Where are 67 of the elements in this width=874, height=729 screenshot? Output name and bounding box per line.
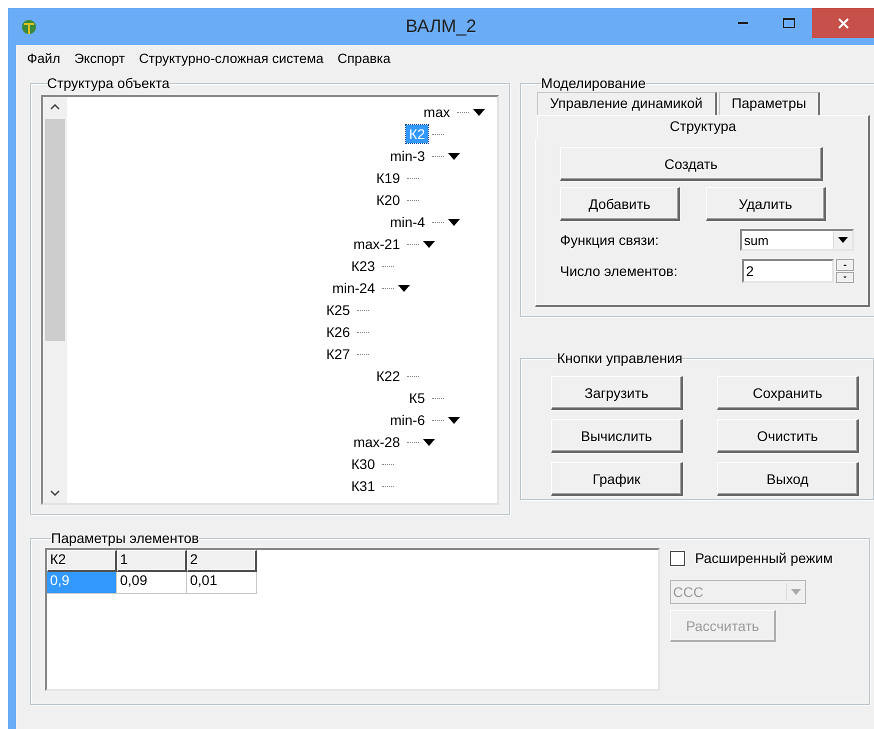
scrollbar-thumb[interactable] [45, 119, 65, 341]
tab[interactable]: Управление динамикой [537, 92, 717, 117]
group-title: Моделирование [541, 75, 646, 91]
action-button[interactable]: График [551, 462, 683, 496]
action-button[interactable]: Загрузить [551, 376, 683, 410]
table-cell[interactable]: 0,09 [117, 572, 187, 594]
delete-button[interactable]: Удалить [706, 187, 826, 221]
group-title: Параметры элементов [51, 530, 199, 546]
expand-arrow-icon[interactable] [423, 438, 435, 446]
minimize-icon [738, 22, 748, 24]
action-button[interactable]: Сохранить [717, 376, 859, 410]
element-count-field[interactable]: 2 [742, 259, 834, 283]
expand-arrow-icon[interactable] [473, 108, 485, 116]
tree-node[interactable]: min-3 [386, 147, 428, 165]
tree-node[interactable]: К26 [323, 323, 353, 341]
tab[interactable]: Параметры [718, 92, 820, 117]
group-title: Структура объекта [47, 75, 170, 91]
tree-node[interactable]: К22 [373, 367, 403, 385]
add-button[interactable]: Добавить [560, 187, 680, 221]
column-header: 2 [187, 550, 257, 572]
tree-node[interactable]: min-4 [386, 213, 428, 231]
table-cell[interactable]: 0,01 [187, 572, 257, 594]
link-function-dropdown[interactable]: sum [740, 229, 854, 251]
expand-arrow-icon[interactable] [398, 284, 410, 292]
tree-node[interactable]: max-21 [350, 235, 403, 253]
scrollbar[interactable] [43, 97, 67, 503]
action-button[interactable]: Выход [717, 462, 859, 496]
group-title: Кнопки управления [557, 350, 682, 366]
column-header: 1 [117, 550, 187, 572]
tab[interactable]: Структура [537, 115, 870, 139]
app-logo-icon [20, 18, 38, 36]
dropdown-arrow-icon [791, 589, 801, 595]
tree-node[interactable]: min-24 [329, 279, 378, 297]
tree-node[interactable]: min-6 [386, 411, 428, 429]
field-label: Число элементов: [560, 263, 678, 279]
tree-node[interactable]: К30 [348, 455, 378, 473]
checkbox-label: Расширенный режим [695, 550, 833, 566]
tree-node[interactable]: К20 [373, 191, 403, 209]
menu-item[interactable]: Файл [20, 48, 68, 68]
menu-item[interactable]: Справка [330, 48, 398, 68]
tree-node[interactable]: К5 [406, 389, 428, 407]
expand-arrow-icon[interactable] [448, 416, 460, 424]
tree-node[interactable]: К27 [323, 345, 353, 363]
close-button[interactable] [812, 8, 874, 38]
expand-arrow-icon[interactable] [448, 152, 460, 160]
menu-item[interactable]: Структурно-сложная система [132, 48, 330, 68]
expand-arrow-icon[interactable] [448, 218, 460, 226]
tree-node[interactable]: К25 [323, 301, 353, 319]
create-button[interactable]: Создать [560, 147, 823, 181]
tree-node[interactable]: К31 [348, 477, 378, 495]
maximize-icon [783, 18, 795, 28]
close-icon [838, 18, 848, 28]
scroll-up-icon[interactable] [50, 104, 60, 110]
scroll-down-icon[interactable] [50, 490, 60, 496]
action-button[interactable]: Вычислить [551, 419, 683, 453]
dropdown-arrow-icon [838, 237, 848, 243]
action-button[interactable]: Очистить [717, 419, 859, 453]
tree-node[interactable]: К23 [348, 257, 378, 275]
field-label: Функция связи: [560, 232, 659, 248]
column-header: К2 [47, 550, 117, 572]
menu-item[interactable]: Экспорт [67, 48, 132, 68]
window-title: ВАЛМ_2 [406, 16, 476, 36]
tree-node[interactable]: max-28 [350, 433, 403, 451]
tree-node[interactable]: К19 [373, 169, 403, 187]
tree-node[interactable]: max [420, 103, 453, 121]
expand-arrow-icon[interactable] [423, 240, 435, 248]
checkbox[interactable] [670, 550, 685, 566]
